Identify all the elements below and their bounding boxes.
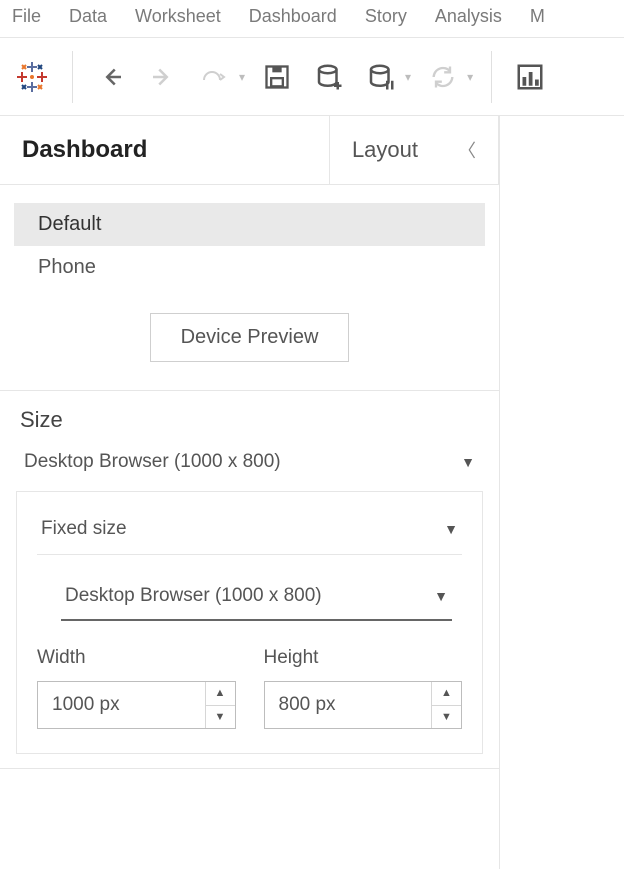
collapse-chevron-icon[interactable]: 〈 — [458, 137, 476, 163]
menu-analysis[interactable]: Analysis — [435, 6, 502, 27]
dropdown-caret-icon: ▼ — [461, 454, 475, 470]
device-default[interactable]: Default — [14, 203, 485, 246]
size-card: Fixed size ▼ Desktop Browser (1000 x 800… — [16, 491, 483, 754]
tableau-logo-icon — [10, 55, 54, 99]
menu-story[interactable]: Story — [365, 6, 407, 27]
tab-dashboard[interactable]: Dashboard — [0, 116, 330, 184]
tab-layout-label: Layout — [352, 137, 418, 163]
menu-bar: File Data Worksheet Dashboard Story Anal… — [0, 0, 624, 38]
height-field[interactable] — [265, 682, 432, 728]
dropdown-caret-icon[interactable]: ▾ — [467, 70, 473, 84]
width-field[interactable] — [38, 682, 205, 728]
height-input[interactable]: ▲ ▼ — [264, 681, 463, 729]
width-label: Width — [37, 647, 236, 669]
height-step-up[interactable]: ▲ — [432, 682, 461, 706]
device-preview-button[interactable]: Device Preview — [150, 313, 350, 362]
dropdown-caret-icon[interactable]: ▾ — [405, 70, 411, 84]
height-label: Height — [264, 647, 463, 669]
new-worksheet-button[interactable] — [510, 57, 550, 97]
height-step-down[interactable]: ▼ — [432, 706, 461, 729]
menu-dashboard[interactable]: Dashboard — [249, 6, 337, 27]
size-preset-dropdown[interactable]: Desktop Browser (1000 x 800) ▼ — [61, 577, 452, 621]
pause-datasource-button[interactable] — [361, 57, 401, 97]
tab-layout[interactable]: Layout 〈 — [330, 116, 499, 184]
device-list: Default Phone — [0, 185, 499, 295]
toolbar-separator — [491, 51, 492, 103]
panel-tabs: Dashboard Layout 〈 — [0, 116, 499, 185]
width-step-down[interactable]: ▼ — [206, 706, 235, 729]
new-datasource-button[interactable] — [309, 57, 349, 97]
forward-button[interactable] — [143, 57, 183, 97]
dropdown-caret-icon: ▼ — [444, 521, 458, 537]
menu-file[interactable]: File — [12, 6, 41, 27]
redo-icon[interactable] — [195, 57, 235, 97]
size-summary-label: Desktop Browser (1000 x 800) — [24, 451, 281, 473]
menu-worksheet[interactable]: Worksheet — [135, 6, 221, 27]
width-input[interactable]: ▲ ▼ — [37, 681, 236, 729]
size-preset-label: Desktop Browser (1000 x 800) — [65, 585, 322, 607]
size-title: Size — [20, 407, 479, 433]
width-step-up[interactable]: ▲ — [206, 682, 235, 706]
menu-data[interactable]: Data — [69, 6, 107, 27]
size-summary-dropdown[interactable]: Desktop Browser (1000 x 800) ▼ — [20, 447, 479, 491]
dropdown-caret-icon[interactable]: ▾ — [239, 70, 245, 84]
size-section: Size Desktop Browser (1000 x 800) ▼ Fixe… — [0, 391, 499, 774]
menu-more[interactable]: M — [530, 6, 545, 27]
refresh-button[interactable] — [423, 57, 463, 97]
toolbar: ▾ ▾ ▾ — [0, 38, 624, 116]
back-button[interactable] — [91, 57, 131, 97]
dashboard-panel: Dashboard Layout 〈 Default Phone Device … — [0, 116, 500, 869]
toolbar-separator — [72, 51, 73, 103]
size-mode-dropdown[interactable]: Fixed size ▼ — [37, 510, 462, 555]
save-button[interactable] — [257, 57, 297, 97]
dropdown-caret-icon: ▼ — [434, 588, 448, 604]
device-phone[interactable]: Phone — [14, 246, 485, 289]
size-mode-label: Fixed size — [41, 518, 127, 540]
